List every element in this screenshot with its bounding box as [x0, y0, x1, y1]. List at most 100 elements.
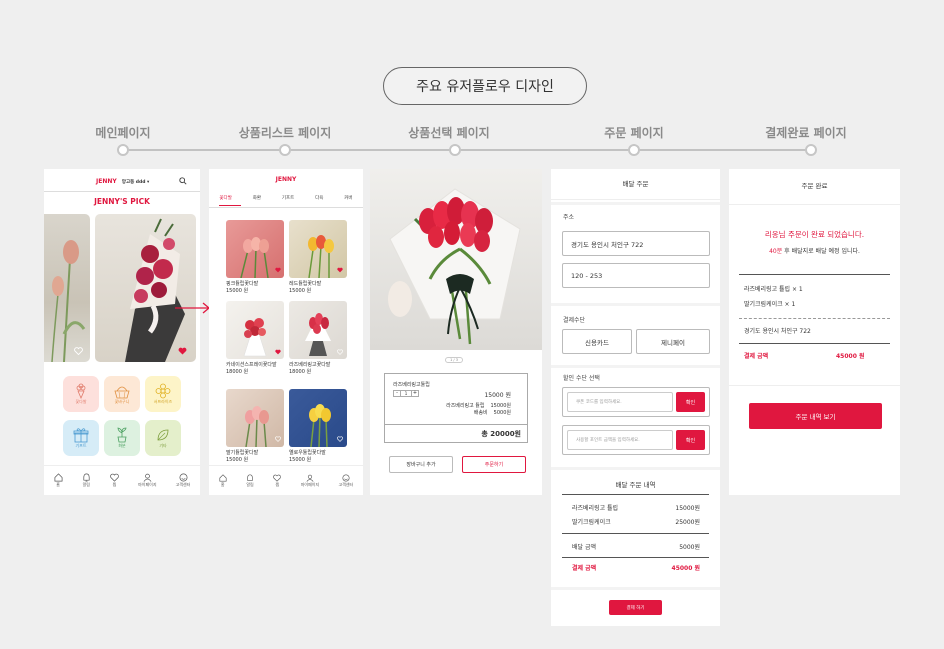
timeline-dot	[117, 144, 129, 156]
coupon-input[interactable]: 쿠폰 코드를 입력하세요.	[567, 392, 673, 412]
complete-header: 주문 완료	[801, 182, 828, 190]
section-gap	[551, 365, 720, 368]
leaf-icon	[157, 429, 169, 441]
product-detail-panel: 1 / 3 라즈베리링고튤립 - 1 + 15000 원 라즈베리링고 튤립 1…	[370, 169, 542, 495]
user-icon	[306, 474, 314, 482]
tab-home[interactable]: 홈	[219, 473, 227, 488]
heart-outline-icon[interactable]	[337, 349, 343, 355]
address-input[interactable]: 경기도 용인시 처인구 722	[562, 231, 710, 256]
category-label: 꽃바구니	[114, 399, 130, 404]
order-page-panel: 배달 주문 주소 경기도 용인시 처인구 722 120 - 253 결제수단 …	[551, 169, 720, 626]
product-name: 핑크튤립꽃다발	[226, 281, 259, 287]
heart-outline-icon[interactable]	[74, 347, 83, 355]
arrow-right-icon	[175, 302, 211, 314]
tab-support[interactable]: 고객센터	[338, 473, 354, 488]
tab-succulent[interactable]: 다육	[315, 195, 323, 201]
complete-item: 딸기크림케이크 × 1	[744, 301, 796, 308]
tab-cover[interactable]: 커버	[344, 195, 352, 201]
search-icon[interactable]	[179, 177, 187, 185]
add-to-cart-button[interactable]: 장바구니 추가	[389, 456, 453, 473]
option-price: 15000 원	[484, 392, 511, 399]
image-pager[interactable]: 1 / 3	[445, 357, 463, 363]
product-name: 옐로우튤립꽃다발	[289, 450, 326, 456]
qty-plus-button[interactable]: +	[411, 390, 419, 397]
complete-address: 경기도 용인시 처인구 722	[744, 328, 811, 335]
payment-label: 결제수단	[563, 317, 586, 324]
quantity-stepper[interactable]: - 1 +	[393, 390, 419, 397]
product-hero-image[interactable]	[370, 169, 542, 350]
tab-notification[interactable]: 알림	[82, 473, 91, 488]
header-divider	[729, 204, 900, 205]
category-basket[interactable]: 꽃바구니	[104, 376, 140, 412]
category-surprise[interactable]: 서프라이즈	[145, 376, 181, 412]
address-detail-input[interactable]: 120 - 253	[562, 263, 710, 288]
order-now-button[interactable]: 주문하기	[462, 456, 526, 473]
heart-filled-icon[interactable]	[337, 267, 343, 273]
pay-button[interactable]: 결제 하기	[609, 600, 662, 615]
category-plant[interactable]: 화분	[104, 420, 140, 456]
address-label: 주소	[563, 214, 575, 221]
point-confirm-button[interactable]: 확인	[676, 430, 705, 450]
bottom-tab-bar: 홈 알림 찜 마이페이지 고객센터	[209, 465, 363, 495]
tab-notification[interactable]: 알림	[246, 473, 254, 488]
tab-wishlist[interactable]: 찜	[110, 473, 119, 488]
pick-image-left[interactable]	[44, 214, 90, 362]
timeline-dot	[279, 144, 291, 156]
option-line-price: 15000원	[490, 403, 511, 409]
summary-divider	[562, 494, 709, 495]
header-divider	[44, 191, 200, 192]
page-title: 주요 유저플로우 디자인	[383, 67, 587, 105]
category-bouquet[interactable]: 꽃다발	[63, 376, 99, 412]
point-input[interactable]: 사용할 포인트 금액을 입력하세요.	[567, 430, 673, 450]
tab-label: 고객센터	[338, 481, 354, 487]
tab-gift[interactable]: 기프트	[282, 195, 294, 201]
header-divider	[551, 199, 720, 200]
timeline-dot	[805, 144, 817, 156]
total-divider	[385, 424, 527, 425]
heart-filled-icon[interactable]	[275, 349, 281, 355]
discount-label: 할인 수단 선택	[563, 375, 600, 382]
category-label: 기타	[159, 443, 167, 448]
category-tabs: 꽃다발 화환 기프트 다육 커버	[209, 195, 363, 201]
tab-label: 홈	[56, 482, 60, 487]
brand-logo: JENNY	[96, 178, 117, 185]
shipping-label: 배송비	[473, 410, 488, 416]
product-price: 18000 원	[289, 369, 312, 375]
qty-minus-button[interactable]: -	[393, 390, 401, 397]
gift-icon	[73, 428, 89, 443]
bottom-tab-bar: 홈 알림 찜 마이페이지 고객센터	[44, 465, 200, 495]
category-etc[interactable]: 기타	[145, 420, 181, 456]
section-gap	[551, 303, 720, 306]
coupon-box: 쿠폰 코드를 입력하세요. 확인	[562, 387, 710, 417]
order-option-box: 라즈베리링고튤립 - 1 + 15000 원 라즈베리링고 튤립 15000원 …	[384, 373, 528, 443]
heart-icon	[273, 474, 282, 482]
tab-label: 찜	[275, 481, 280, 487]
tab-support[interactable]: 고객센터	[175, 473, 191, 488]
tab-label: 알림	[82, 482, 90, 487]
tab-wreath[interactable]: 화환	[253, 195, 261, 201]
category-gift[interactable]: 기프트	[63, 420, 99, 456]
coupon-confirm-button[interactable]: 확인	[676, 392, 705, 412]
tab-wishlist[interactable]: 찜	[273, 474, 282, 488]
basket-icon	[114, 386, 130, 399]
location-selector[interactable]: 망고동 ddd ▾	[122, 180, 149, 185]
option-line-name: 라즈베리링고 튤립	[446, 403, 485, 409]
pick-image-main[interactable]	[95, 214, 196, 362]
heart-filled-icon[interactable]	[178, 347, 187, 355]
view-order-history-button[interactable]: 주문 내역 보기	[749, 403, 882, 429]
heart-filled-icon[interactable]	[275, 267, 281, 273]
tab-home[interactable]: 홈	[54, 473, 63, 488]
tab-label: 고객센터	[175, 482, 191, 487]
eta-minutes: 40분	[769, 248, 783, 255]
tab-mypage[interactable]: 마이페이지	[138, 473, 157, 488]
tab-bouquet[interactable]: 꽃다발	[219, 195, 231, 201]
heart-outline-icon[interactable]	[275, 436, 281, 442]
heart-outline-icon[interactable]	[337, 436, 343, 442]
qty-value[interactable]: 1	[401, 390, 411, 397]
jennypay-button[interactable]: 제니페이	[636, 329, 710, 354]
order-complete-panel: 주문 완료 리옹님 주문이 완료 되었습니다. 40분 후 배달지로 배달 예정…	[729, 169, 900, 495]
credit-card-button[interactable]: 신용카드	[562, 329, 632, 354]
total-price: 45000 원	[836, 353, 865, 360]
home-icon	[219, 473, 227, 482]
tab-mypage[interactable]: 마이페이지	[301, 474, 319, 488]
